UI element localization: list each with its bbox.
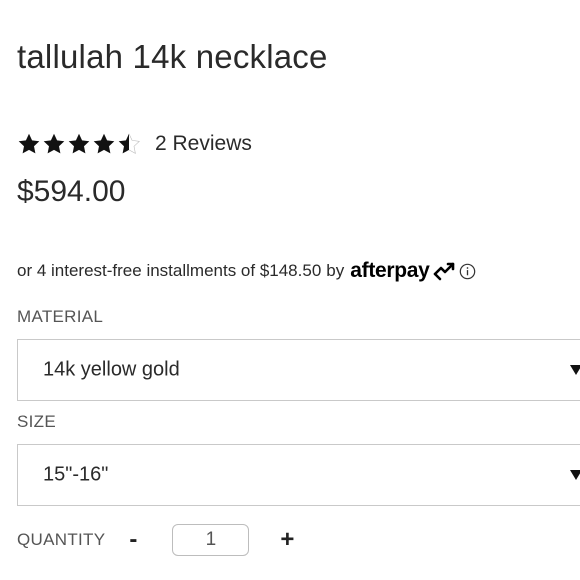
material-label: MATERIAL (17, 307, 104, 326)
rating-row: 2 Reviews (17, 129, 252, 159)
triangle-down-icon (570, 365, 580, 375)
afterpay-logo[interactable]: afterpay (350, 259, 455, 283)
star-half-icon (118, 133, 140, 154)
installments-text: or 4 interest-free installments of $148.… (17, 261, 322, 280)
quantity-label: QUANTITY (17, 530, 106, 549)
product-title: tallulah 14k necklace (17, 38, 328, 75)
quantity-input[interactable] (172, 524, 250, 556)
reviews-link[interactable]: 2 Reviews (155, 132, 252, 156)
material-selected-value: 14k yellow gold (43, 358, 180, 381)
quantity-increment-button[interactable]: + (277, 528, 297, 552)
installments-by: by (326, 261, 345, 280)
size-label: SIZE (17, 412, 56, 431)
afterpay-installments: or 4 interest-free installments of $148.… (17, 256, 476, 286)
afterpay-arrows-icon (433, 262, 454, 281)
star-icon (18, 133, 40, 154)
star-icon (93, 133, 115, 154)
star-rating[interactable] (17, 129, 142, 159)
info-circle-icon[interactable] (459, 263, 476, 280)
afterpay-wordmark: afterpay (350, 259, 430, 282)
triangle-down-icon (570, 470, 580, 480)
star-icon (43, 133, 65, 154)
star-icon (68, 133, 90, 154)
quantity-decrement-button[interactable]: - (123, 528, 143, 552)
size-select[interactable]: 15"-16" (17, 444, 580, 506)
material-select[interactable]: 14k yellow gold (17, 339, 580, 401)
quantity-row: QUANTITY - + (17, 522, 297, 558)
product-price: $594.00 (17, 175, 126, 208)
size-selected-value: 15"-16" (43, 463, 109, 486)
product-page: tallulah 14k necklace 2 Reviews $594.00 … (0, 0, 580, 580)
